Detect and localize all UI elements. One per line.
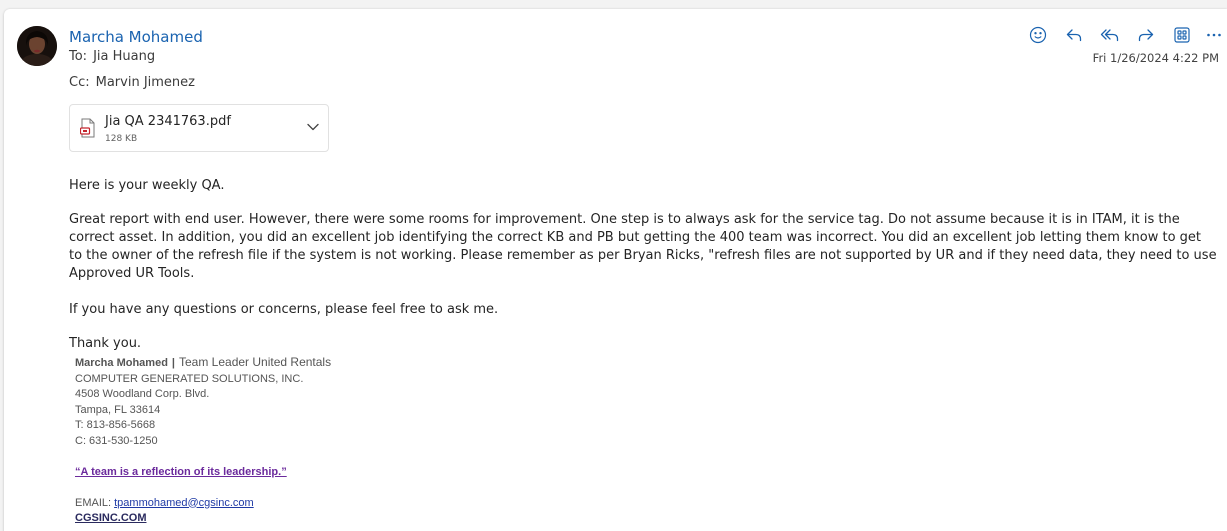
signature-phone-t: T: 813-856-5668 xyxy=(75,419,156,431)
cc-label: Cc: xyxy=(69,75,90,90)
body-paragraph: If you have any questions or concerns, p… xyxy=(69,302,499,317)
signature-email-label: EMAIL: xyxy=(75,496,115,509)
avatar[interactable] xyxy=(17,26,57,66)
signature-address: 4508 Woodland Corp. Blvd. xyxy=(75,388,210,400)
signature-separator: | xyxy=(171,357,175,369)
more-icon[interactable] xyxy=(1203,24,1225,46)
signature-name: Marcha Mohamed xyxy=(75,357,168,369)
signature-header: Marcha Mohamed | Team Leader United Rental… xyxy=(75,355,331,372)
body-paragraph: Here is your weekly QA. xyxy=(69,178,225,193)
sender-name[interactable]: Marcha Mohamed xyxy=(69,28,203,46)
attachment-size: 128 KB xyxy=(105,134,138,144)
signature-company: COMPUTER GENERATED SOLUTIONS, INC. xyxy=(75,372,304,385)
attachment-card[interactable]: Jia QA 2341763.pdf 128 KB xyxy=(69,104,329,152)
cc-line: Cc: Marvin Jimenez xyxy=(69,75,195,90)
pdf-file-icon xyxy=(79,118,96,143)
message-body: Here is your weekly QA. Great report wit… xyxy=(69,177,1217,371)
signature-email-line: EMAIL: tpammohamed@cgsinc.com xyxy=(75,496,331,512)
forward-icon[interactable] xyxy=(1135,24,1157,46)
body-paragraph: Great report with end user. However, the… xyxy=(69,212,1217,281)
reply-icon[interactable] xyxy=(1063,24,1085,46)
attachment-filename: Jia QA 2341763.pdf xyxy=(105,114,231,129)
signature-city: Tampa, FL 33614 xyxy=(75,403,161,416)
signature-website-link[interactable]: CGSINC.COM xyxy=(75,512,147,524)
signature-email-link[interactable]: tpammohamed@cgsinc.com xyxy=(114,497,254,509)
cc-recipient[interactable]: Marvin Jimenez xyxy=(96,75,195,90)
chevron-down-icon[interactable] xyxy=(306,120,320,139)
email-signature: Marcha Mohamed | Team Leader United Rental… xyxy=(75,355,331,527)
apps-icon[interactable] xyxy=(1171,24,1193,46)
message-actions xyxy=(1019,24,1221,46)
body-paragraph: Thank you. xyxy=(69,336,142,351)
signature-phone-c: C: 631-530-1250 xyxy=(75,434,158,447)
signature-quote-link[interactable]: “A team is a reflection of its leadershi… xyxy=(75,466,287,478)
email-reading-pane: Marcha Mohamed To: Jia Huang Cc: Marvin Ji… xyxy=(4,9,1227,531)
to-label: To: xyxy=(69,49,88,64)
to-recipient[interactable]: Jia Huang xyxy=(93,49,155,64)
to-line: To: Jia Huang xyxy=(69,49,155,64)
emoji-icon[interactable] xyxy=(1027,24,1049,46)
reply-all-icon[interactable] xyxy=(1099,24,1121,46)
message-timestamp: Fri 1/26/2024 4:22 PM xyxy=(1092,51,1219,65)
signature-title: Team Leader United Rentals xyxy=(179,355,332,369)
